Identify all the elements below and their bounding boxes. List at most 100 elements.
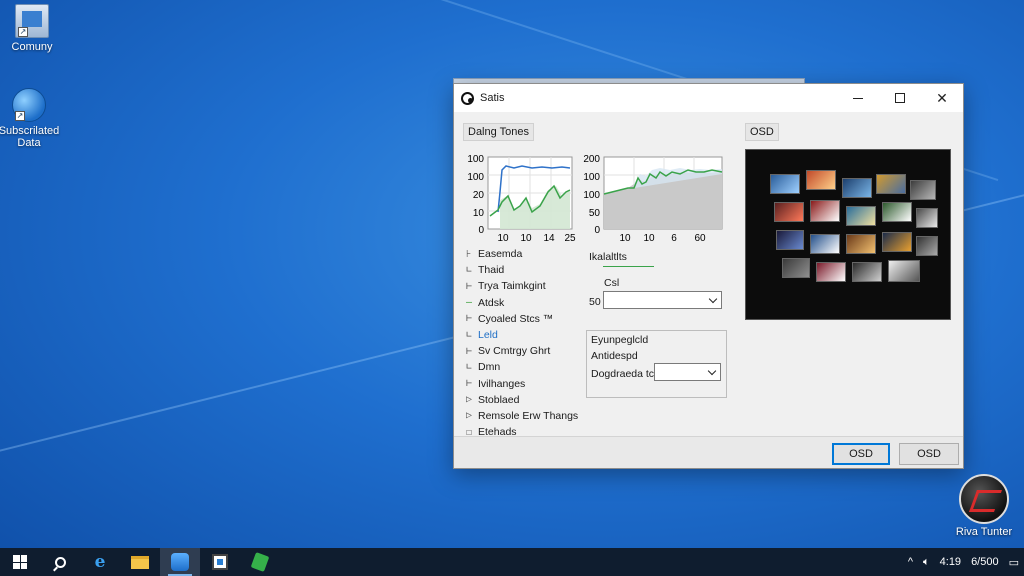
tree-branch-icon: ⊢ [466, 280, 473, 292]
preview-tile [774, 202, 804, 222]
taskbar-edge[interactable]: e [80, 548, 120, 576]
title-bar[interactable]: Satis ✕ [454, 84, 963, 112]
preview-tile [882, 232, 912, 252]
group-line-2: Antidespd [591, 350, 638, 362]
folder-icon [131, 555, 149, 569]
desktop-icon-riva-tuner[interactable]: Riva Tunter [944, 474, 1024, 538]
edge-icon: e [94, 552, 106, 572]
tree-branch-icon: ⊦ [466, 248, 472, 260]
start-button[interactable] [0, 548, 40, 576]
taskbar-file-explorer[interactable] [120, 548, 160, 576]
tray-time[interactable]: 4:19 [940, 556, 961, 568]
cancel-button[interactable]: OSD [899, 443, 959, 465]
tree-item[interactable]: ⊢ Ivilhanges [466, 376, 596, 392]
preview-tile [842, 178, 872, 198]
preview-tile [810, 234, 840, 254]
preview-tile [816, 262, 846, 282]
taskbar-active-app[interactable] [160, 548, 200, 576]
tree-item[interactable]: ∟ Dmn [466, 359, 596, 375]
x-tick-label: 10 [643, 233, 655, 244]
tree-branch-icon: ⊢ [466, 345, 473, 357]
tree-item-label: Atdsk [478, 296, 505, 309]
shortcut-arrow-icon: ↗ [15, 111, 25, 121]
taskbar-store[interactable] [200, 548, 240, 576]
right-chart-svg: 200 100 100 50 0 10 10 6 60 [583, 154, 723, 244]
close-button[interactable]: ✕ [921, 84, 963, 112]
y-tick-label: 0 [594, 225, 600, 236]
y-tick-label: 20 [473, 190, 485, 201]
desktop-icon-label: Riva Tunter [955, 526, 1013, 538]
close-icon: ✕ [936, 89, 948, 106]
tree-item[interactable]: ⊦ Easemda [466, 246, 596, 262]
mid-value-label: 50 [589, 296, 601, 308]
preview-tile [888, 260, 920, 282]
preview-tile [876, 174, 906, 194]
tree-item[interactable]: ∟ Leld [466, 327, 596, 343]
preview-tile [916, 236, 938, 256]
desktop-icon-computer[interactable]: ↗ Comuny [0, 4, 64, 53]
tree-item-label: Etehads [478, 426, 517, 439]
preview-tile [806, 170, 836, 190]
group-dropdown-select[interactable] [654, 363, 721, 381]
osd-preview-image [745, 149, 951, 320]
tree-item[interactable]: ⊢ Cyoaled Stcs ™ [466, 311, 596, 327]
y-tick-label: 100 [467, 154, 484, 165]
tree-item-label: Cyoaled Stcs ™ [478, 312, 554, 325]
speaker-icon[interactable]: 🔈︎ [923, 556, 930, 569]
app-icon [460, 91, 474, 105]
notification-icon[interactable]: ▭ [1009, 556, 1019, 569]
minimize-button[interactable] [837, 84, 879, 112]
dropdown-select[interactable] [603, 291, 722, 309]
group-line-1: Eyunpeglcld [591, 334, 649, 346]
taskbar-green-app[interactable] [240, 548, 280, 576]
store-icon [212, 554, 228, 570]
x-tick-label: 25 [564, 233, 576, 244]
section-heading-osd[interactable]: OSD [745, 123, 779, 141]
group-field-label: Dogdraeda tc [591, 368, 655, 380]
search-button[interactable] [40, 548, 80, 576]
left-chart-svg: 100 100 20 10 0 10 10 14 25 [467, 154, 576, 244]
preview-tile [882, 202, 912, 222]
riva-tuner-icon [959, 474, 1009, 524]
x-tick-label: 14 [543, 233, 555, 244]
tree-item[interactable]: ▷ Remsole Erw Thangs [466, 408, 596, 424]
app-icon [171, 553, 189, 571]
system-tray: ^ 🔈︎ 4:19 6/500 ▭ [903, 548, 1024, 576]
tree-item[interactable]: ∟ Thaid [466, 262, 596, 278]
preview-tile [910, 180, 936, 200]
tree-item[interactable]: — Atdsk [466, 295, 596, 311]
desktop-icon-data[interactable]: ↗ Subscrilated Data [0, 88, 60, 149]
tree-item-label: Ivilhanges [478, 377, 526, 390]
y-tick-label: 50 [589, 208, 601, 219]
maximize-button[interactable] [879, 84, 921, 112]
x-tick-label: 10 [520, 233, 532, 244]
tree-branch-icon: ∟ [466, 361, 473, 373]
minimize-icon [853, 97, 863, 99]
y-tick-label: 200 [583, 154, 600, 165]
tree-item[interactable]: ⊢ Trya Taimkgint [466, 278, 596, 294]
ok-button[interactable]: OSD [832, 443, 890, 465]
left-chart: 100 100 20 10 0 10 10 14 25 [462, 152, 577, 250]
desktop-icon-label: Subscrilated Data [0, 125, 60, 149]
right-chart: 200 100 100 50 0 10 10 6 60 [580, 152, 730, 250]
x-tick-label: 10 [497, 233, 509, 244]
tree-item[interactable]: ☐ Etehads [466, 424, 596, 440]
preview-tile [916, 208, 938, 228]
desktop-icon-label: Comuny [11, 41, 53, 53]
computer-icon: ↗ [15, 4, 49, 38]
tree-item-label: Easemda [478, 248, 523, 261]
button-bar: OSD OSD [454, 436, 963, 468]
tray-date[interactable]: 6/500 [971, 556, 999, 568]
maximize-icon [895, 93, 905, 103]
tree-item[interactable]: ⊢ Sv Cmtrgy Ghrt [466, 343, 596, 359]
search-icon [54, 556, 66, 568]
settings-tree: ⊦ Easemda ∟ Thaid ⊢ Trya Taimkgint — Atdsk ⊢… [466, 246, 596, 440]
preview-tile [782, 258, 810, 278]
mid-label: Csl [604, 277, 620, 289]
tree-item-label: Leld [478, 329, 498, 342]
tray-overflow-arrow[interactable]: ^ [908, 556, 913, 568]
tree-branch-icon: ⊢ [466, 313, 473, 325]
preview-tile [776, 230, 804, 250]
tree-item[interactable]: ▷ Stoblaed [466, 392, 596, 408]
mid-label: Ikalaltlts [589, 251, 627, 263]
